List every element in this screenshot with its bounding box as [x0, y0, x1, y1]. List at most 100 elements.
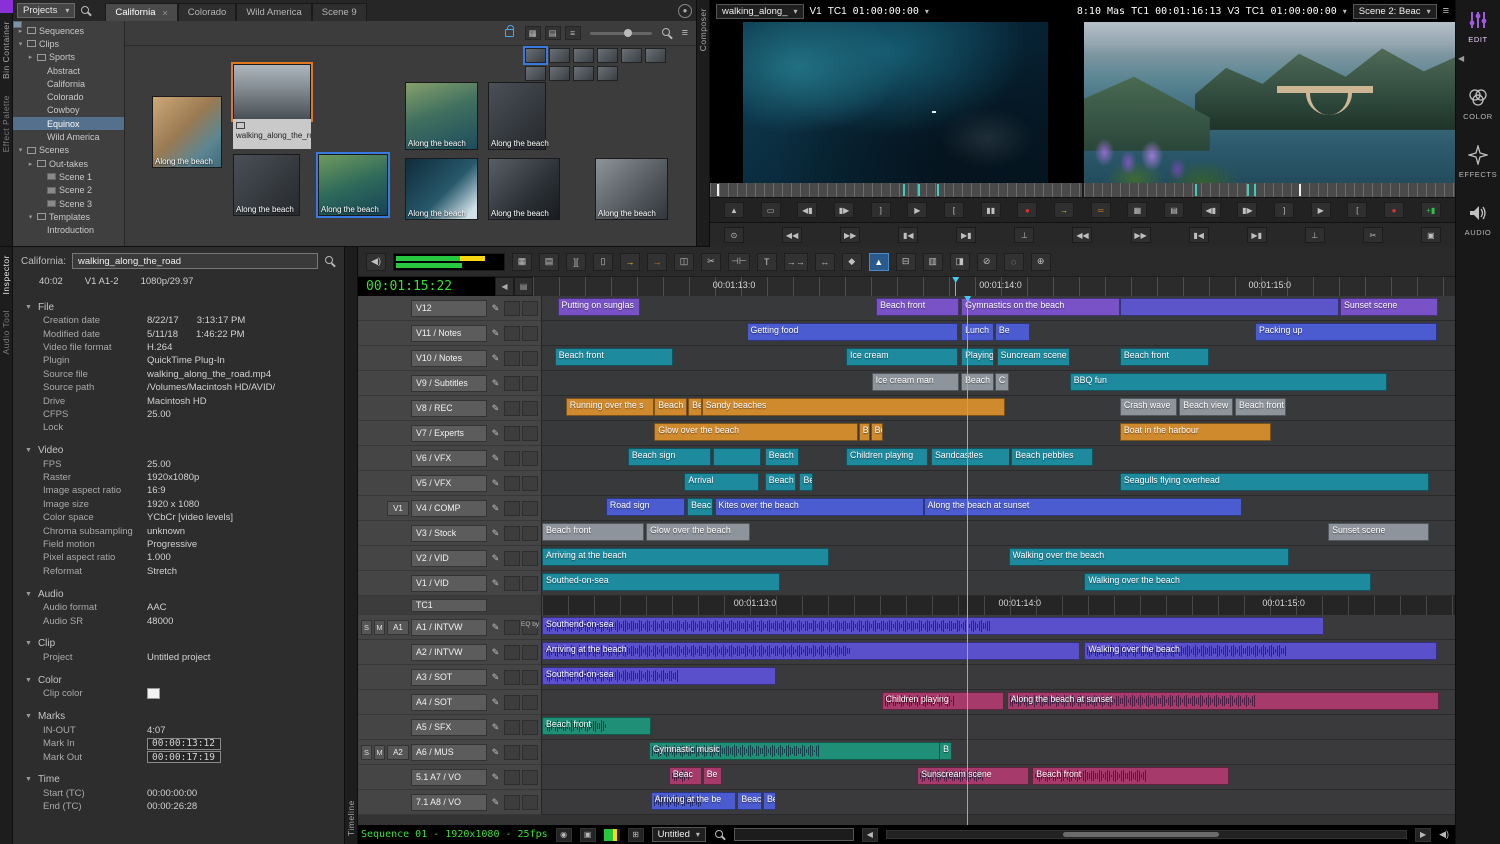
edit-track-icon[interactable]: ✎: [489, 647, 502, 658]
track-lock-icon[interactable]: [504, 451, 520, 466]
timeline-clip[interactable]: Along the beach at sunset: [924, 498, 1243, 516]
next-edit-button[interactable]: ▶▮: [956, 227, 976, 243]
tab-menu-icon[interactable]: ●: [678, 4, 692, 18]
track-lock-icon[interactable]: [504, 670, 520, 685]
segment-icon[interactable]: ◫: [674, 253, 694, 271]
clip-thumbnail[interactable]: Along the beach: [405, 82, 478, 150]
scene-dropdown[interactable]: Scene 2: Beac ▾: [1353, 4, 1437, 19]
rewind-button-2[interactable]: ◀◀: [1072, 227, 1092, 243]
track-lane[interactable]: Southed-on-seaWalking over the beach: [542, 571, 1455, 596]
track-monitor-icon[interactable]: [522, 326, 538, 341]
track-lane[interactable]: Southend-on-sea: [542, 615, 1455, 640]
track-monitor-icon[interactable]: [522, 720, 538, 735]
timeline-clip[interactable]: Be: [871, 423, 884, 441]
solo-button[interactable]: S: [361, 620, 372, 635]
thumbnail-size-slider[interactable]: [590, 32, 652, 35]
timeline-clip[interactable]: Be: [799, 473, 813, 491]
section-header-time[interactable]: ▼Time: [13, 773, 344, 787]
sidebar-item-scenes[interactable]: ▾Scenes: [13, 144, 124, 157]
slip-button[interactable]: ▭: [761, 202, 781, 218]
timeline-search-icon[interactable]: [714, 829, 726, 841]
rewind-button[interactable]: ◀◀: [782, 227, 802, 243]
clip-thumbnail[interactable]: Along the beach: [488, 82, 546, 150]
track-lane[interactable]: Ice cream manBeachCBBQ fun: [542, 371, 1455, 396]
projects-dropdown[interactable]: Projects ▾: [17, 3, 75, 18]
edit-track-icon[interactable]: ✎: [489, 478, 502, 489]
track-name-button[interactable]: V10 / Notes: [411, 350, 487, 367]
step-back-button-2[interactable]: ◀▮: [1201, 202, 1221, 218]
toggle-panes-button[interactable]: ⊞: [628, 828, 644, 842]
timeline-clip[interactable]: Beach front: [542, 717, 651, 735]
track-lock-icon[interactable]: [504, 795, 520, 810]
patch-button[interactable]: A1: [387, 620, 409, 635]
disclosure-arrow-icon[interactable]: ▾: [17, 40, 24, 48]
track-lane[interactable]: Beach front: [542, 715, 1455, 740]
mini-thumbnail[interactable]: [573, 48, 594, 63]
timeline-clip[interactable]: Beach front: [876, 298, 959, 316]
text-view-icon[interactable]: ≡: [565, 26, 581, 40]
timeline-clip[interactable]: Beach view: [1179, 398, 1233, 416]
timeline-clip[interactable]: Sandy beaches: [702, 398, 1005, 416]
timeline-clip[interactable]: Arriving at the beach: [542, 548, 829, 566]
timeline-clip[interactable]: Along the beach at sunset: [1007, 692, 1439, 710]
search-icon[interactable]: [80, 5, 92, 17]
timeline-clip[interactable]: Arrival: [684, 473, 759, 491]
edit-track-icon[interactable]: ✎: [489, 722, 502, 733]
inspector-tab[interactable]: Inspector: [1, 255, 11, 294]
patch-button[interactable]: A2: [387, 745, 409, 760]
timeline-clip[interactable]: Gymnastic music: [649, 742, 943, 760]
source-position-bar[interactable]: [710, 183, 1082, 197]
step-back-button[interactable]: ◀▮: [797, 202, 817, 218]
sidebar-item-sports[interactable]: ▸Sports: [13, 51, 124, 64]
track-name-button[interactable]: A4 / SOT: [411, 694, 487, 711]
workspace-audio-button[interactable]: AUDIO: [1465, 203, 1492, 237]
track-lane[interactable]: Arriving at the beBeacBe: [542, 790, 1455, 815]
timeline-clip[interactable]: Southend-on-sea: [542, 617, 1324, 635]
timeline-clip[interactable]: Walking over the beach: [1084, 642, 1436, 660]
overwrite-button[interactable]: ═: [1091, 202, 1111, 218]
splice-in-button[interactable]: →: [1054, 202, 1074, 218]
splice-mode-icon[interactable]: →: [620, 253, 640, 271]
edit-track-icon[interactable]: ✎: [489, 378, 502, 389]
timeline-clip[interactable]: Glow over the beach: [646, 523, 750, 541]
track-monitor-icon[interactable]: [522, 551, 538, 566]
timeline-clip[interactable]: Sunset scene: [1340, 298, 1438, 316]
timeline-clip[interactable]: Be: [763, 792, 776, 810]
mixer-icon[interactable]: ▥: [923, 253, 943, 271]
track-monitor-icon[interactable]: [522, 695, 538, 710]
workspace-edit-button[interactable]: EDIT: [1468, 10, 1488, 44]
track-lane[interactable]: Arriving at the beach Walking over the be…: [542, 546, 1455, 571]
track-monitor-icon[interactable]: [522, 576, 538, 591]
track-lane[interactable]: ArrivalBeachBeSeagulls flying overhead: [542, 471, 1455, 496]
sidebar-item-equinox[interactable]: Equinox: [13, 117, 124, 130]
bin-search-icon[interactable]: [661, 27, 673, 39]
edit-track-icon[interactable]: ✎: [489, 553, 502, 564]
timeline-clip[interactable]: Beach: [654, 398, 687, 416]
pause-button[interactable]: ▮▮: [981, 202, 1001, 218]
marker-icon[interactable]: ◌: [1004, 253, 1024, 271]
clip-thumbnail[interactable]: Along the beach: [318, 154, 388, 216]
go-to-in-button-2[interactable]: [: [1347, 202, 1367, 218]
track-lock-icon[interactable]: [504, 301, 520, 316]
track-monitor-icon[interactable]: [522, 795, 538, 810]
scroll-left-icon[interactable]: ◀: [862, 828, 878, 842]
close-tab-icon[interactable]: ×: [162, 8, 167, 18]
script-view-icon[interactable]: ▤: [545, 26, 561, 40]
timeline-clip[interactable]: Putting on sunglas: [558, 298, 640, 316]
timeline-clip[interactable]: Walking over the beach: [1009, 548, 1289, 566]
timeline-clip[interactable]: B: [859, 423, 870, 441]
sidebar-item-out-takes[interactable]: ▸Out-takes: [13, 157, 124, 170]
section-header-video[interactable]: ▼Video: [13, 444, 344, 458]
sequence-clip-dropdown[interactable]: Untitled ▾: [652, 827, 706, 842]
timeline-clip[interactable]: Beach: [765, 448, 799, 466]
timeline-clip[interactable]: Ice cream: [846, 348, 958, 366]
track-name-button[interactable]: A3 / SOT: [411, 669, 487, 686]
edit-track-icon[interactable]: ✎: [489, 503, 502, 514]
edit-track-icon[interactable]: ✎: [489, 303, 502, 314]
next-edit-button-2[interactable]: ▶▮: [1247, 227, 1267, 243]
track-lock-icon[interactable]: [504, 376, 520, 391]
effect-palette-tab[interactable]: Effect Palette: [1, 95, 11, 152]
mark-clip-button-2[interactable]: ⊥: [1305, 227, 1325, 243]
track-monitor-icon[interactable]: [522, 670, 538, 685]
chevron-down-icon[interactable]: ▾: [925, 7, 929, 16]
